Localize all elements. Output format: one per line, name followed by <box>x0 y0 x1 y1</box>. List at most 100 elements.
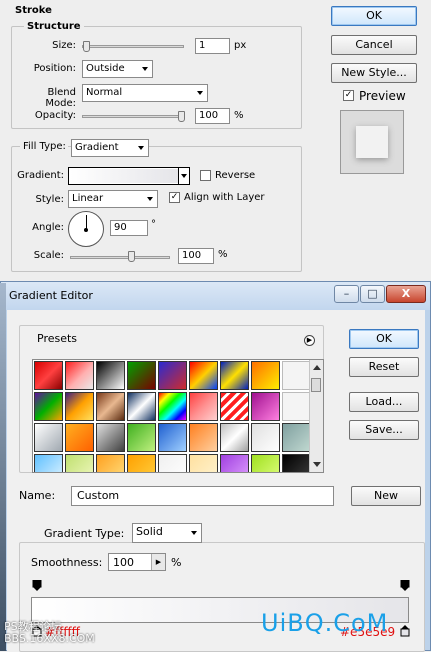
preset-swatch[interactable] <box>251 361 280 390</box>
preset-swatch[interactable] <box>96 423 125 452</box>
style-select[interactable]: Linear <box>68 190 158 208</box>
preset-swatch[interactable] <box>96 454 125 472</box>
preset-swatch[interactable] <box>34 361 63 390</box>
smoothness-stepper[interactable]: ▶ <box>151 554 165 570</box>
preset-swatch[interactable] <box>96 361 125 390</box>
angle-dial[interactable] <box>68 211 104 247</box>
new-style-button[interactable]: New Style... <box>331 63 417 83</box>
preset-swatch[interactable] <box>220 454 249 472</box>
preset-swatch[interactable] <box>127 392 156 421</box>
stroke-dialog: Stroke Structure Size: 1 px Position: Ou… <box>0 0 431 283</box>
preset-swatch[interactable] <box>251 454 280 472</box>
gradient-save-button[interactable]: Save... <box>349 420 419 440</box>
minimize-button[interactable]: – <box>334 285 359 303</box>
opacity-slider-thumb[interactable] <box>178 111 185 122</box>
maximize-button[interactable]: □ <box>360 285 385 303</box>
angle-input[interactable]: 90 <box>110 220 148 236</box>
opacity-stop-left-icon[interactable] <box>32 580 42 592</box>
color-stop-right-icon[interactable] <box>400 625 410 637</box>
preset-swatch[interactable] <box>158 454 187 472</box>
watermark-left-sub: BBS.16XX8.COM <box>4 632 95 645</box>
gradient-picker[interactable] <box>68 167 190 185</box>
gradient-load-button[interactable]: Load... <box>349 392 419 412</box>
preset-swatch[interactable] <box>282 423 311 452</box>
position-label: Position: <box>33 63 76 74</box>
preset-swatch[interactable] <box>282 361 311 390</box>
scroll-up-icon[interactable] <box>313 365 321 370</box>
preset-swatch[interactable] <box>65 454 94 472</box>
gradient-editor-title-bar[interactable]: Gradient Editor – □ X <box>1 282 430 310</box>
presets-menu-arrow-icon[interactable]: ▶ <box>304 335 315 346</box>
opacity-stop-right-icon[interactable] <box>400 580 410 592</box>
preset-swatch[interactable] <box>127 423 156 452</box>
cancel-button[interactable]: Cancel <box>331 35 417 55</box>
presets-scrollbar[interactable] <box>309 360 323 472</box>
new-gradient-button[interactable]: New <box>351 486 421 506</box>
smoothness-value: 100 <box>113 556 134 569</box>
preset-swatch[interactable] <box>65 361 94 390</box>
preset-swatch[interactable] <box>34 392 63 421</box>
preset-swatch[interactable] <box>96 392 125 421</box>
gradient-editor-window: Gradient Editor – □ X Presets ▶ OK Reset… <box>0 281 431 652</box>
opacity-slider-track[interactable] <box>82 115 184 118</box>
gradient-ok-button[interactable]: OK <box>349 329 419 349</box>
preset-swatch[interactable] <box>220 423 249 452</box>
scale-slider-thumb[interactable] <box>128 251 135 262</box>
structure-legend: Structure <box>24 21 84 32</box>
preset-swatch[interactable] <box>282 454 311 472</box>
preset-swatch[interactable] <box>34 423 63 452</box>
align-with-layer-checkbox[interactable]: ✓ <box>169 192 180 203</box>
presets-label: Presets <box>37 332 78 345</box>
scale-input[interactable]: 100 <box>178 248 214 264</box>
preset-swatch[interactable] <box>127 361 156 390</box>
fill-type-value: Gradient <box>75 142 119 153</box>
preset-swatch[interactable] <box>158 392 187 421</box>
preset-swatch[interactable] <box>189 423 218 452</box>
style-label: Style: <box>35 194 65 205</box>
fill-type-select[interactable]: Gradient <box>71 139 149 157</box>
preset-swatch[interactable] <box>251 392 280 421</box>
scroll-thumb[interactable] <box>311 378 321 392</box>
blend-mode-select[interactable]: Normal <box>82 84 208 102</box>
preset-swatch[interactable] <box>189 392 218 421</box>
preset-swatch[interactable] <box>220 392 249 421</box>
gradient-type-label: Gradient Type: <box>44 527 125 540</box>
preset-swatch[interactable] <box>158 423 187 452</box>
smoothness-field[interactable]: 100 ▶ <box>108 553 166 571</box>
gradient-dropdown-button[interactable] <box>178 168 189 184</box>
presets-grid[interactable] <box>32 359 324 473</box>
size-slider-track[interactable] <box>82 45 184 48</box>
preset-swatch[interactable] <box>127 454 156 472</box>
opacity-input[interactable]: 100 <box>195 108 230 124</box>
angle-dial-center <box>84 228 88 232</box>
gradient-type-value: Solid <box>136 525 163 538</box>
gradient-type-select[interactable]: Solid <box>132 523 202 543</box>
preview-checkbox[interactable]: ✓ <box>343 90 354 101</box>
ok-button[interactable]: OK <box>331 6 417 26</box>
gradient-reset-button[interactable]: Reset <box>349 357 419 377</box>
preset-swatch[interactable] <box>251 423 280 452</box>
scale-slider-track[interactable] <box>70 256 170 259</box>
position-select[interactable]: Outside <box>82 60 153 78</box>
scroll-down-icon[interactable] <box>313 462 321 467</box>
gradient-preview-swatch <box>70 169 178 183</box>
preset-swatch[interactable] <box>282 392 311 421</box>
size-input[interactable]: 1 <box>195 38 230 54</box>
align-with-layer-label: Align with Layer <box>184 192 265 203</box>
fill-type-label: Fill Type: <box>20 141 68 152</box>
preset-swatch[interactable] <box>220 361 249 390</box>
reverse-checkbox[interactable] <box>200 170 211 181</box>
close-button[interactable]: X <box>386 285 426 303</box>
preset-swatch[interactable] <box>65 392 94 421</box>
preset-swatch[interactable] <box>34 454 63 472</box>
preset-swatch[interactable] <box>158 361 187 390</box>
gradient-label: Gradient: <box>17 170 64 181</box>
smoothness-label: Smoothness: <box>31 556 103 569</box>
preset-swatch[interactable] <box>189 454 218 472</box>
size-slider-thumb[interactable] <box>83 41 90 52</box>
preset-swatch[interactable] <box>65 423 94 452</box>
stroke-title: Stroke <box>15 5 52 16</box>
preset-swatch[interactable] <box>189 361 218 390</box>
name-input[interactable]: Custom <box>71 486 334 506</box>
chevron-down-icon <box>197 91 203 95</box>
